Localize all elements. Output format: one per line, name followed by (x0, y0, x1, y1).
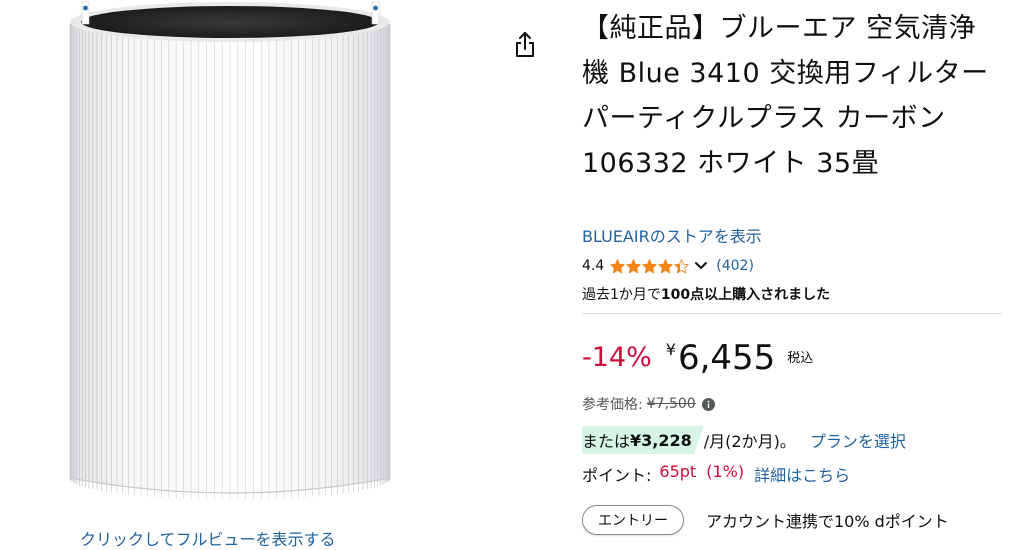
discount-badge: -14% (582, 342, 652, 373)
select-plan-link[interactable]: プランを選択 (810, 428, 906, 452)
store-link[interactable]: BLUEAIRのストアを表示 (582, 223, 762, 247)
rating-value: 4.4 (582, 258, 605, 274)
currency-symbol: ¥ (665, 340, 676, 359)
star-full-icon (642, 258, 658, 273)
entry-row: エントリー アカウント連携で10% dポイント (582, 505, 949, 535)
purchase-count: 過去1か月で100点以上購入されました (582, 284, 830, 304)
installment-row: または ¥3,228 /月(2か月)。 プランを選択 (582, 426, 906, 454)
divider (582, 313, 1002, 314)
star-full-icon (626, 258, 642, 273)
points-percent: (1%) (706, 462, 745, 481)
star-partial-icon (674, 258, 690, 273)
star-full-icon (658, 258, 674, 273)
points-row: ポイント: 65pt (1%) 詳細はこちら (582, 462, 850, 486)
dpoint-promo-text: アカウント連携で10% dポイント (706, 512, 949, 531)
entry-button[interactable]: エントリー (582, 505, 684, 535)
reference-price-row: 参考価格: ¥7,500 (582, 394, 715, 414)
purchase-prefix: 過去1か月で (582, 287, 661, 303)
review-count-link[interactable]: (402) (716, 258, 754, 274)
installment-prefix: または (582, 432, 631, 451)
star-rating[interactable] (610, 258, 690, 274)
points-details-link[interactable]: 詳細はこちら (754, 462, 850, 486)
installment-period: /月(2か月)。 (703, 432, 796, 451)
tax-label: 税込 (787, 351, 814, 366)
star-full-icon (610, 258, 626, 273)
points-value: 65pt (659, 462, 697, 481)
product-image[interactable] (60, 0, 400, 520)
price: 6,455 (677, 338, 776, 378)
price-row: -14% ¥ 6,455 税込 (582, 336, 813, 384)
product-title: 【純正品】ブルーエア 空気清浄機 Blue 3410 交換用フィルター パーティ… (582, 13, 989, 179)
reference-price: ¥7,500 (646, 396, 696, 412)
purchase-highlight: 100点以上購入されました (660, 287, 831, 303)
installment-badge: または ¥3,228 (582, 426, 704, 454)
share-icon (516, 32, 534, 57)
chevron-down-icon[interactable] (694, 261, 708, 271)
air-filter-image (69, 1, 391, 500)
share-button[interactable] (511, 30, 539, 60)
reference-price-label: 参考価格: (582, 397, 643, 413)
view-full-image-link[interactable]: クリックしてフルビューを表示する (80, 526, 380, 550)
info-icon[interactable] (701, 397, 715, 411)
points-label: ポイント: (582, 466, 652, 485)
rating-row: 4.4 (402) (582, 255, 754, 277)
installment-amount: ¥3,228 (630, 430, 692, 450)
